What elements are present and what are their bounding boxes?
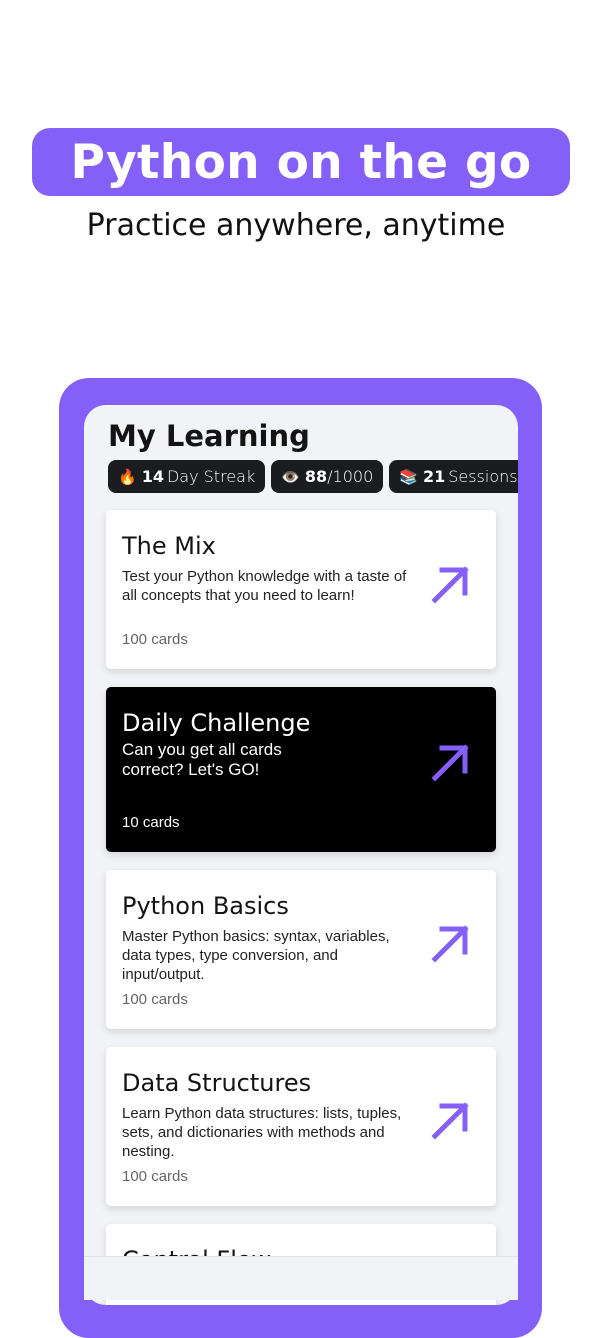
sessions-badge: 📚 21 Sessions bbox=[389, 460, 518, 493]
card-title: Python Basics bbox=[122, 892, 289, 920]
arrow-up-right-icon[interactable] bbox=[430, 563, 472, 605]
banner-title: Python on the go bbox=[70, 134, 532, 190]
streak-label: Day Streak bbox=[166, 467, 256, 486]
card-description: Learn Python data structures: lists, tup… bbox=[122, 1105, 402, 1160]
stats-row: 🔥 14 Day Streak 👁️ 88 /1000 📚 21 Session… bbox=[108, 460, 518, 493]
streak-badge: 🔥 14 Day Streak bbox=[108, 460, 266, 493]
deck-card-python-basics[interactable]: Python Basics Master Python basics: synt… bbox=[106, 870, 496, 1029]
books-icon: 📚 bbox=[399, 467, 418, 486]
deck-card-daily-challenge[interactable]: Daily Challenge Can you get all cards co… bbox=[106, 687, 496, 852]
app-screen: My Learning 🔥 14 Day Streak 👁️ 88 /1000 … bbox=[84, 405, 518, 1305]
card-description: Master Python basics: syntax, variables,… bbox=[122, 928, 390, 983]
views-badge: 👁️ 88 /1000 bbox=[271, 460, 384, 493]
fire-icon: 🔥 bbox=[118, 467, 137, 486]
card-description: Test your Python knowledge with a taste … bbox=[122, 568, 407, 604]
promo-banner: Python on the go bbox=[32, 128, 570, 196]
streak-value: 14 bbox=[141, 467, 164, 486]
card-count: 100 cards bbox=[122, 631, 188, 648]
views-label: /1000 bbox=[327, 467, 374, 486]
bottom-bar bbox=[84, 1256, 518, 1300]
views-value: 88 bbox=[304, 467, 328, 486]
page-title: My Learning bbox=[108, 419, 310, 453]
eye-icon: 👁️ bbox=[281, 467, 300, 486]
card-title: The Mix bbox=[122, 532, 216, 560]
deck-card-the-mix[interactable]: The Mix Test your Python knowledge with … bbox=[106, 510, 496, 669]
sessions-label: Sessions bbox=[448, 467, 518, 486]
card-count: 100 cards bbox=[122, 1168, 188, 1185]
card-title: Daily Challenge bbox=[122, 709, 311, 737]
arrow-up-right-icon[interactable] bbox=[430, 741, 472, 783]
card-description: Can you get all cards correct? Let's GO! bbox=[122, 740, 282, 779]
card-count: 10 cards bbox=[122, 814, 180, 831]
arrow-up-right-icon[interactable] bbox=[430, 1099, 472, 1141]
card-title: Data Structures bbox=[122, 1069, 312, 1097]
deck-card-data-structures[interactable]: Data Structures Learn Python data struct… bbox=[106, 1047, 496, 1206]
sessions-value: 21 bbox=[422, 467, 446, 486]
arrow-up-right-icon[interactable] bbox=[430, 922, 472, 964]
card-count: 100 cards bbox=[122, 991, 188, 1008]
promo-subtitle: Practice anywhere, anytime bbox=[86, 208, 506, 243]
